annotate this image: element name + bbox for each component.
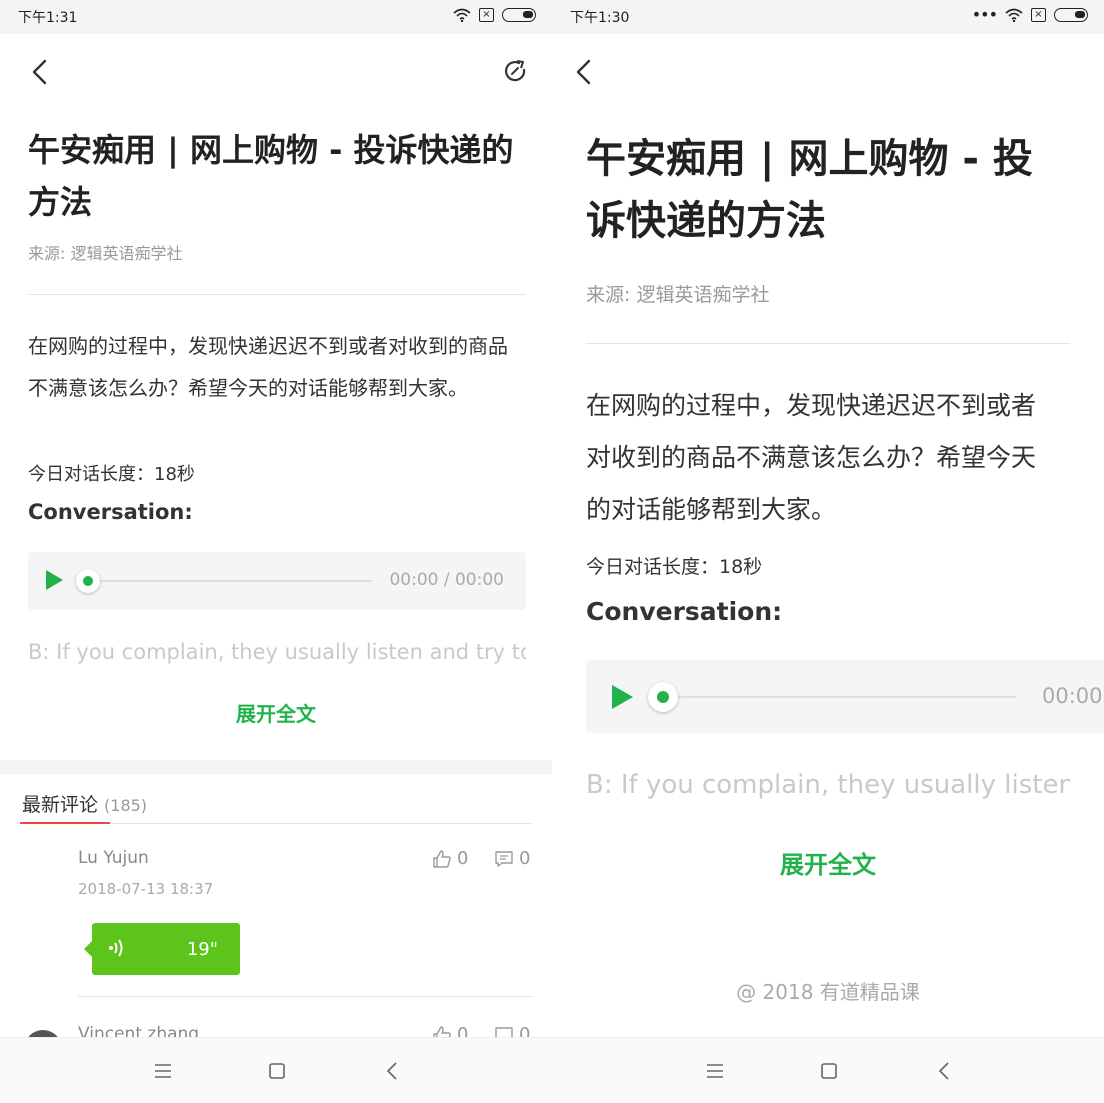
wifi-icon bbox=[453, 8, 471, 22]
back-arrow-icon[interactable] bbox=[570, 58, 598, 86]
status-time: 下午1:31 bbox=[18, 10, 78, 26]
tab-underline bbox=[20, 822, 110, 824]
back-arrow-icon[interactable] bbox=[26, 58, 54, 86]
comments-tab[interactable]: 最新评论 (185) bbox=[22, 790, 147, 817]
text-preview: B: If you complain, they usually listen … bbox=[28, 640, 526, 664]
play-icon[interactable] bbox=[44, 569, 64, 591]
progress-knob[interactable] bbox=[648, 682, 678, 712]
reply-count: 0 bbox=[519, 848, 531, 869]
conversation-label: Conversation: bbox=[28, 500, 193, 524]
menu-icon[interactable] bbox=[704, 1060, 726, 1082]
home-icon[interactable] bbox=[266, 1060, 288, 1082]
player-time: 00:00 bbox=[1042, 684, 1103, 708]
conversation-label: Conversation: bbox=[586, 597, 783, 626]
like-button[interactable]: 0 bbox=[432, 848, 468, 869]
comments-title: 最新评论 bbox=[22, 794, 99, 816]
intro-paragraph: 在网购的过程中，发现快递迟迟不到或者对收到的商品不满意该怎么办？希望今天的对话能… bbox=[28, 334, 508, 400]
voice-wave-icon bbox=[109, 939, 123, 957]
status-time: 下午1:30 bbox=[570, 10, 630, 26]
comment-divider bbox=[78, 996, 532, 997]
status-bar: 下午1:31 × bbox=[0, 0, 552, 34]
dialog-duration: 今日对话长度：18秒 bbox=[586, 556, 763, 578]
comments-count: (185) bbox=[104, 796, 148, 815]
expand-button[interactable]: 展开全文 bbox=[552, 845, 1104, 880]
more-dots-icon: ••• bbox=[971, 5, 998, 24]
wifi-icon bbox=[1005, 8, 1023, 22]
nav-back-icon[interactable] bbox=[382, 1060, 404, 1082]
dialog-duration: 今日对话长度：18秒 bbox=[28, 464, 195, 485]
system-nav-bar bbox=[0, 1037, 552, 1103]
progress-track[interactable] bbox=[674, 696, 1016, 698]
home-icon[interactable] bbox=[818, 1060, 840, 1082]
expand-button[interactable]: 展开全文 bbox=[0, 698, 552, 727]
menu-icon[interactable] bbox=[152, 1060, 174, 1082]
section-separator bbox=[0, 760, 552, 774]
battery-icon bbox=[1054, 8, 1088, 22]
audio-player: 00:00 / 00:00 bbox=[28, 552, 526, 610]
status-bar: 下午1:30 ••• × bbox=[552, 0, 1104, 34]
article-title: 午安痴用 | 网上购物 - 投诉快递的方法 bbox=[586, 136, 1033, 244]
left-screen: 下午1:31 × 午安痴用 | 网上购物 - 投诉快递的方法 来源: 逻辑英语痴… bbox=[0, 0, 552, 1103]
thumbs-up-icon bbox=[433, 849, 451, 868]
sim-icon: × bbox=[479, 8, 494, 22]
footer-copyright: @ 2018 有道精品课 bbox=[736, 980, 920, 1004]
comment-time: 2018-07-13 18:37 bbox=[78, 880, 214, 898]
audio-player: 00:00 bbox=[586, 660, 1104, 733]
player-time: 00:00 / 00:00 bbox=[389, 570, 504, 590]
progress-knob[interactable] bbox=[76, 569, 100, 593]
system-nav-bar bbox=[552, 1037, 1104, 1103]
voice-duration: 19" bbox=[186, 939, 218, 960]
article-title: 午安痴用 | 网上购物 - 投诉快递的方法 bbox=[28, 131, 514, 221]
reply-button[interactable]: 0 bbox=[494, 848, 530, 869]
voice-message[interactable]: 19" bbox=[84, 923, 240, 975]
intro-paragraph: 在网购的过程中，发现快递迟迟不到或者对收到的商品不满意该怎么办？希望今天的对话能… bbox=[586, 391, 1037, 524]
divider bbox=[586, 343, 1070, 344]
comment-username[interactable]: Lu Yujun bbox=[78, 848, 149, 868]
text-preview: B: If you complain, they usually listen bbox=[586, 770, 1070, 800]
article-source: 来源: 逻辑英语痴学社 bbox=[586, 284, 770, 306]
right-screen: 下午1:30 ••• × 午安痴用 | 网上购物 - 投诉快递的方法 来源: 逻… bbox=[552, 0, 1104, 1103]
progress-track[interactable] bbox=[88, 580, 372, 582]
comment-icon bbox=[495, 850, 513, 867]
nav-back-icon[interactable] bbox=[934, 1060, 956, 1082]
like-count: 0 bbox=[457, 848, 469, 869]
sim-icon: × bbox=[1031, 8, 1046, 22]
divider bbox=[28, 294, 526, 295]
article-source: 来源: 逻辑英语痴学社 bbox=[28, 244, 183, 263]
play-icon[interactable] bbox=[610, 684, 634, 710]
refresh-icon[interactable] bbox=[502, 58, 530, 86]
battery-icon bbox=[502, 8, 536, 22]
